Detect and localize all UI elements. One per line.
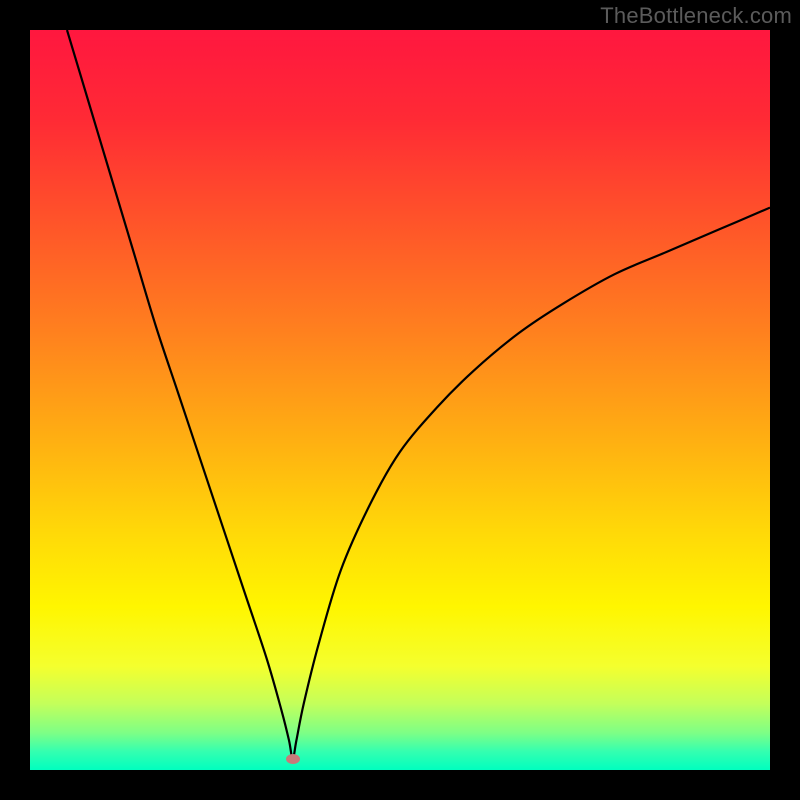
optimum-marker (286, 754, 300, 764)
plot-area (30, 30, 770, 770)
bottleneck-curve (30, 30, 770, 770)
chart-frame: TheBottleneck.com (0, 0, 800, 800)
watermark-text: TheBottleneck.com (600, 3, 792, 29)
